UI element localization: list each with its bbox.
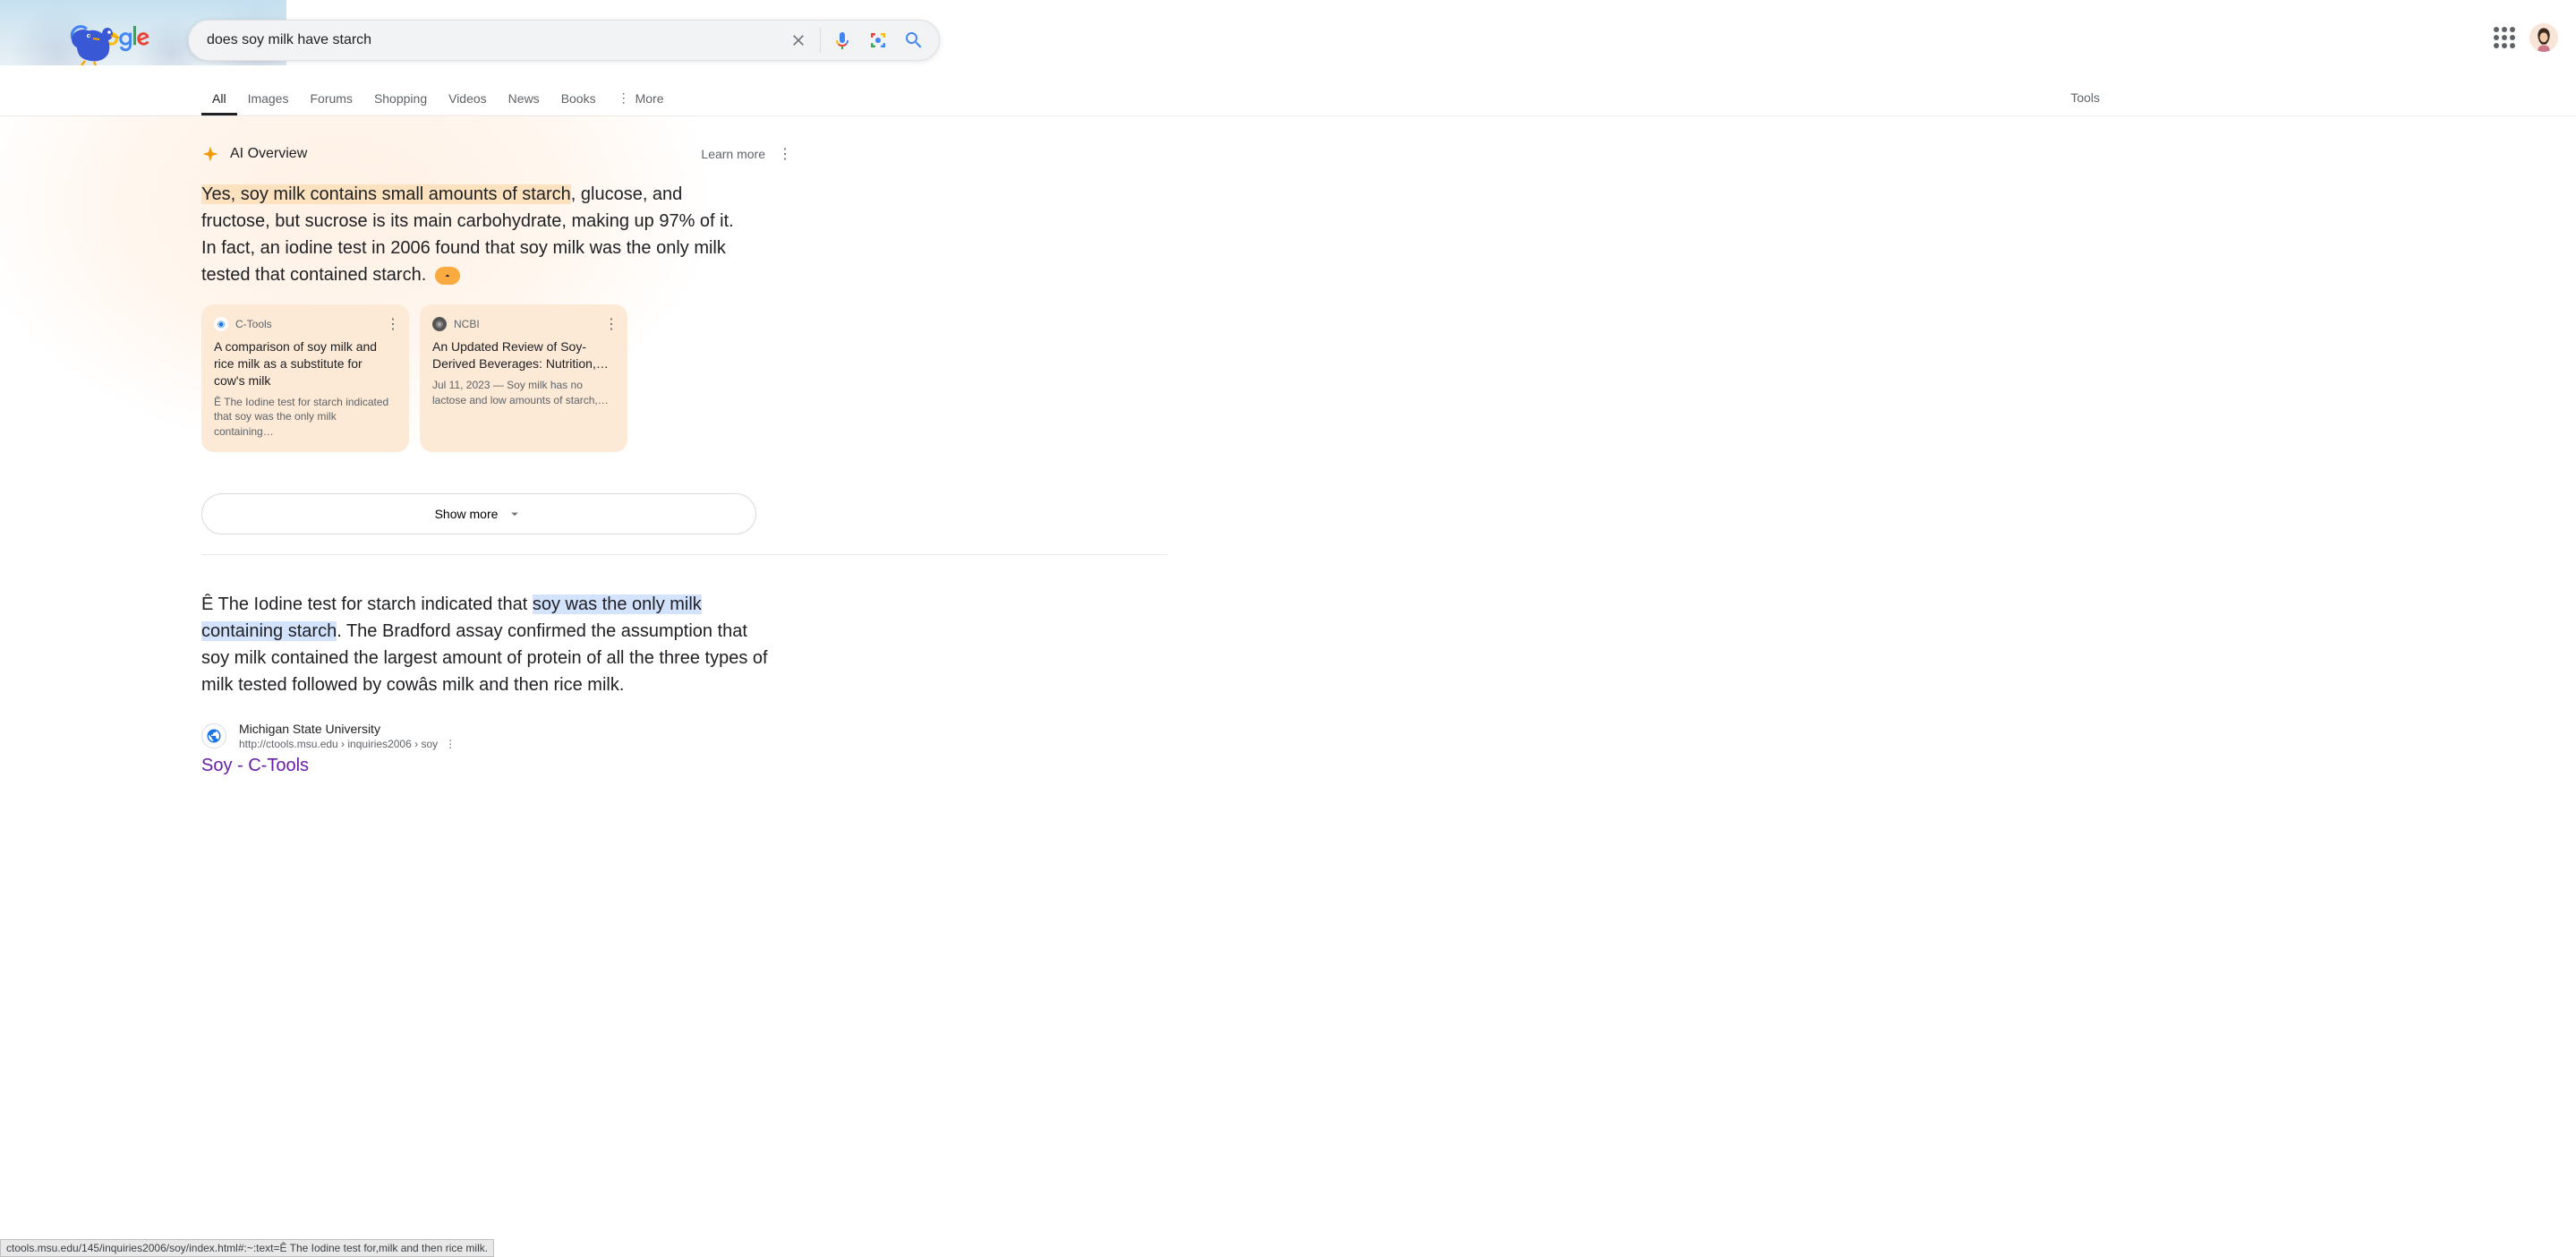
source-card[interactable]: ◉ NCBI ⋮ An Updated Review of Soy-Derive… xyxy=(420,304,627,452)
source-card[interactable]: ◉ C-Tools ⋮ A comparison of soy milk and… xyxy=(201,304,409,452)
ai-learn-more-link[interactable]: Learn more xyxy=(701,147,765,161)
close-icon xyxy=(789,31,807,49)
card-snippet: Jul 11, 2023 — Soy milk has no lactose a… xyxy=(432,378,615,408)
divider xyxy=(820,28,821,53)
ai-overview-title: AI Overview xyxy=(230,146,307,162)
globe-icon xyxy=(201,723,226,748)
google-logo[interactable] xyxy=(27,18,170,67)
show-more-label: Show more xyxy=(435,507,499,521)
browser-status-bar: ctools.msu.edu/145/inquiries2006/soy/ind… xyxy=(0,1239,494,1257)
tab-more-label: More xyxy=(635,91,664,106)
result-url-display: http://ctools.msu.edu › inquiries2006 › … xyxy=(239,738,438,750)
tab-images[interactable]: Images xyxy=(237,81,300,115)
card-title: An Updated Review of Soy-Derived Beverag… xyxy=(432,338,615,372)
chevron-down-icon xyxy=(507,506,523,522)
header xyxy=(0,0,2576,67)
card-title: A comparison of soy milk and rice milk a… xyxy=(214,338,397,389)
voice-search-button[interactable] xyxy=(824,22,860,58)
card-menu-button[interactable]: ⋮ xyxy=(604,315,618,333)
source-name: NCBI xyxy=(454,318,480,330)
tab-forums[interactable]: Forums xyxy=(299,81,363,115)
tab-videos[interactable]: Videos xyxy=(438,81,498,115)
tab-more[interactable]: ⋮ More xyxy=(607,80,675,115)
result-snippet: Ê The Iodine test for starch indicated t… xyxy=(201,591,771,698)
result-site-name: Michigan State University xyxy=(239,722,456,736)
favicon-icon: ◉ xyxy=(214,317,228,331)
snippet-pre: Ê The Iodine test for starch indicated t… xyxy=(201,594,533,614)
lens-icon xyxy=(867,30,889,51)
ai-collapse-button[interactable] xyxy=(435,267,460,285)
tab-news[interactable]: News xyxy=(498,81,550,115)
search-box xyxy=(188,20,940,61)
tab-shopping[interactable]: Shopping xyxy=(363,81,438,115)
account-avatar[interactable] xyxy=(2529,23,2558,52)
sparkle-icon xyxy=(201,145,219,163)
search-tabs: All Images Forums Shopping Videos News B… xyxy=(0,80,2576,116)
result-source: Michigan State University http://ctools.… xyxy=(201,722,792,750)
clear-search-button[interactable] xyxy=(780,22,816,58)
ai-menu-button[interactable]: ⋮ xyxy=(778,145,792,163)
favicon-icon: ◉ xyxy=(432,317,447,331)
tab-books[interactable]: Books xyxy=(550,81,607,115)
ai-source-cards: ◉ C-Tools ⋮ A comparison of soy milk and… xyxy=(201,304,792,452)
search-input[interactable] xyxy=(207,21,780,60)
search-icon xyxy=(903,30,925,51)
ai-overview-header: AI Overview Learn more ⋮ xyxy=(201,145,792,163)
result-menu-button[interactable]: ⋮ xyxy=(445,738,456,750)
search-button[interactable] xyxy=(896,22,932,58)
card-snippet: Ê The Iodine test for starch indicated t… xyxy=(214,395,397,440)
show-more-button[interactable]: Show more xyxy=(201,493,756,534)
divider xyxy=(201,554,1168,555)
card-menu-button[interactable]: ⋮ xyxy=(386,315,400,333)
ai-highlighted-text: Yes, soy milk contains small amounts of … xyxy=(201,184,571,204)
tab-all[interactable]: All xyxy=(201,81,237,115)
microphone-icon xyxy=(832,30,853,51)
google-apps-button[interactable] xyxy=(2494,27,2515,48)
chevron-up-icon xyxy=(442,270,453,281)
more-dots-icon: ⋮ xyxy=(618,90,630,106)
image-search-button[interactable] xyxy=(860,22,896,58)
source-name: C-Tools xyxy=(235,318,272,330)
ai-overview-text: Yes, soy milk contains small amounts of … xyxy=(201,181,752,288)
tab-tools[interactable]: Tools xyxy=(2060,80,2111,115)
result-title-link[interactable]: Soy - C-Tools xyxy=(201,756,792,776)
